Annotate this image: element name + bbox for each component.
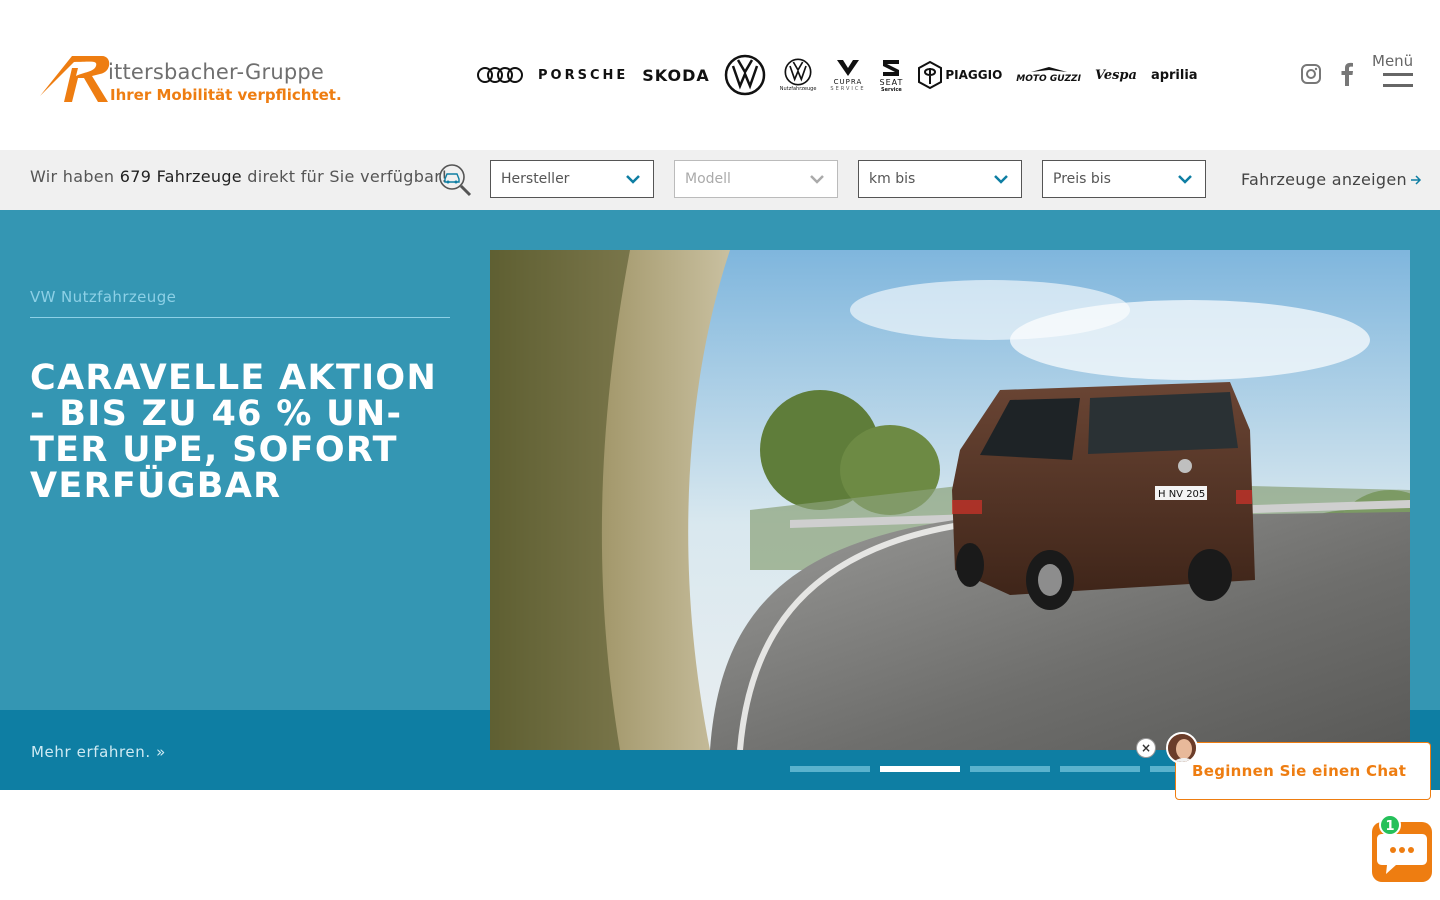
moto-guzzi-logo[interactable]: MOTO GUZZI	[1016, 66, 1081, 84]
instagram-icon[interactable]	[1300, 63, 1322, 85]
price-select-value: Preis bis	[1053, 171, 1111, 187]
manufacturer-select-value: Hersteller	[501, 171, 570, 187]
learn-more-link[interactable]: Mehr erfahren. »	[31, 743, 166, 761]
slide-indicator[interactable]	[970, 766, 1050, 772]
vespa-logo[interactable]: Vespa	[1095, 68, 1137, 83]
seat-label: SEAT	[879, 77, 904, 87]
porsche-logo[interactable]: PORSCHE	[538, 68, 628, 83]
car-search-icon	[438, 163, 472, 201]
model-select[interactable]: Modell	[674, 160, 838, 198]
chevron-down-icon	[994, 175, 1008, 184]
hero-divider	[30, 317, 450, 318]
show-vehicles-label: Fahrzeuge anzeigen	[1241, 170, 1407, 189]
logo-title: ittersbacher-Gruppe	[108, 60, 325, 84]
cupra-sub-label: SERVICE	[830, 86, 866, 92]
km-select[interactable]: km bis	[858, 160, 1022, 198]
audi-logo[interactable]	[476, 66, 524, 84]
chevron-down-icon	[810, 175, 824, 184]
hero-slider: VW Nutzfahrzeuge CARAVELLE AKTION - BIS …	[0, 210, 1440, 790]
brand-logo-strip: PORSCHE SKODA Nutzfahrzeuge CUPRA SERVIC…	[476, 52, 1198, 98]
seat-logo[interactable]: SEAT Service	[880, 58, 904, 93]
unread-badge: 1	[1379, 814, 1401, 836]
porsche-label: PORSCHE	[538, 67, 629, 83]
moto-guzzi-label: MOTO GUZZI	[1016, 74, 1081, 84]
slide-indicator-active[interactable]	[880, 766, 960, 772]
show-vehicles-link[interactable]: Fahrzeuge anzeigen	[1241, 170, 1422, 189]
license-plate: H NV 205	[1158, 489, 1205, 500]
km-select-value: km bis	[869, 171, 916, 187]
model-select-value: Modell	[685, 171, 731, 187]
aprilia-label: aprilia	[1150, 67, 1198, 83]
menu-label: Menü	[1372, 52, 1414, 70]
chevron-down-icon	[626, 175, 640, 184]
hamburger-icon-bar	[1383, 84, 1413, 87]
vehicle-search-bar: Wir haben 679 Fahrzeuge direkt für Sie v…	[0, 150, 1440, 210]
site-header: ittersbacher-Gruppe Ihrer Mobilität verp…	[0, 0, 1440, 150]
piaggio-label: PIAGGIO	[945, 68, 1003, 82]
logo-tagline: Ihrer Mobilität verpflichtet.	[110, 86, 342, 104]
hero-image[interactable]: H NV 205	[490, 250, 1410, 750]
slide-indicator[interactable]	[1060, 766, 1140, 772]
vespa-label: Vespa	[1094, 67, 1137, 83]
vw-nutzfahrzeuge-label: Nutzfahrzeuge	[779, 86, 817, 92]
caravelle-photo: H NV 205	[490, 250, 1410, 750]
vw-logo[interactable]	[724, 54, 766, 96]
price-select[interactable]: Preis bis	[1042, 160, 1206, 198]
chevron-down-icon	[1178, 175, 1192, 184]
seat-sub-label: Service	[881, 86, 902, 93]
agent-avatar	[1166, 732, 1198, 764]
logo-mark-icon	[40, 56, 110, 102]
cupra-label: CUPRA	[833, 78, 863, 86]
skoda-logo[interactable]: SKODA	[642, 66, 709, 85]
slider-indicators	[790, 766, 1230, 772]
van-shape: H NV 205	[952, 382, 1255, 610]
hero-headline: CARAVELLE AKTION - BIS ZU 46 % UN-TER UP…	[30, 358, 438, 506]
menu-button[interactable]: Menü	[1370, 52, 1420, 92]
piaggio-logo[interactable]: PIAGGIO	[917, 60, 1002, 90]
vw-nutzfahrzeuge-logo[interactable]: Nutzfahrzeuge	[779, 58, 817, 92]
hero-category[interactable]: VW Nutzfahrzeuge	[30, 288, 176, 306]
count-prefix: Wir haben	[30, 167, 120, 186]
hamburger-icon	[1383, 73, 1413, 76]
chat-close-button[interactable]: ×	[1136, 738, 1156, 758]
skoda-label: SKODA	[642, 65, 710, 85]
facebook-icon[interactable]	[1340, 62, 1354, 86]
vehicle-count-text: Wir haben 679 Fahrzeuge direkt für Sie v…	[30, 167, 448, 186]
chat-prompt[interactable]: Beginnen Sie einen Chat	[1175, 742, 1431, 800]
slide-indicator[interactable]	[790, 766, 870, 772]
arrow-right-icon	[1411, 175, 1422, 185]
chat-cta-label: Beginnen Sie einen Chat	[1192, 762, 1407, 780]
manufacturer-select[interactable]: Hersteller	[490, 160, 654, 198]
count-suffix: direkt für Sie verfügbar!	[241, 167, 448, 186]
social-links	[1300, 62, 1354, 86]
vehicle-count: 679 Fahrzeuge	[119, 167, 242, 186]
cupra-logo[interactable]: CUPRA SERVICE	[830, 58, 865, 92]
site-logo[interactable]: ittersbacher-Gruppe Ihrer Mobilität verp…	[38, 52, 342, 108]
aprilia-logo[interactable]: aprilia	[1151, 68, 1198, 83]
